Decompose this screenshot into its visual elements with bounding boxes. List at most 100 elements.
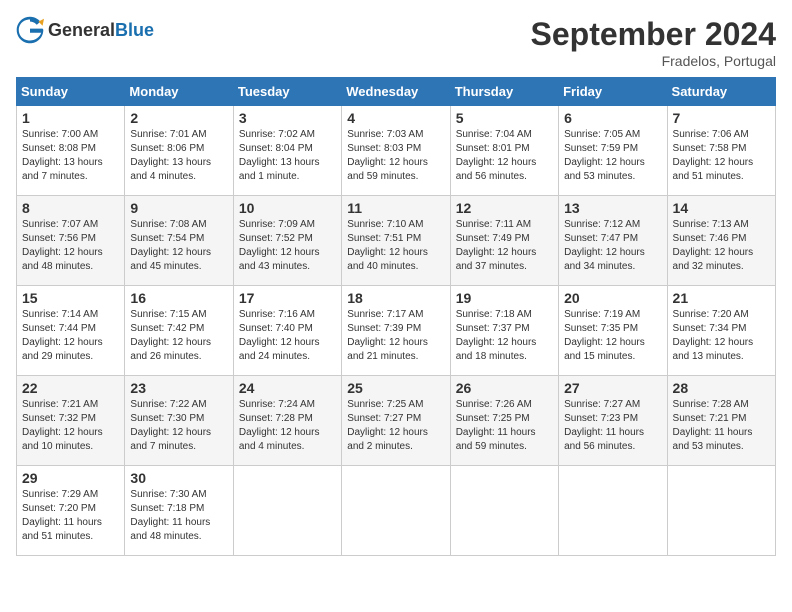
day-number: 28 (673, 380, 770, 396)
table-row: 6 Sunrise: 7:05 AM Sunset: 7:59 PM Dayli… (559, 106, 667, 196)
table-row: 3 Sunrise: 7:02 AM Sunset: 8:04 PM Dayli… (233, 106, 341, 196)
day-info: Sunrise: 7:07 AM Sunset: 7:56 PM Dayligh… (22, 218, 119, 274)
table-row: 30 Sunrise: 7:30 AM Sunset: 7:18 PM Dayl… (125, 466, 233, 556)
table-row: 2 Sunrise: 7:01 AM Sunset: 8:06 PM Dayli… (125, 106, 233, 196)
calendar-week-row: 1 Sunrise: 7:00 AM Sunset: 8:08 PM Dayli… (17, 106, 776, 196)
day-info: Sunrise: 7:18 AM Sunset: 7:37 PM Dayligh… (456, 308, 553, 364)
table-row: 5 Sunrise: 7:04 AM Sunset: 8:01 PM Dayli… (450, 106, 558, 196)
day-info: Sunrise: 7:16 AM Sunset: 7:40 PM Dayligh… (239, 308, 336, 364)
day-info: Sunrise: 7:29 AM Sunset: 7:20 PM Dayligh… (22, 488, 119, 544)
day-info: Sunrise: 7:21 AM Sunset: 7:32 PM Dayligh… (22, 398, 119, 454)
day-number: 24 (239, 380, 336, 396)
day-info: Sunrise: 7:12 AM Sunset: 7:47 PM Dayligh… (564, 218, 661, 274)
day-number: 10 (239, 200, 336, 216)
calendar-week-row: 15 Sunrise: 7:14 AM Sunset: 7:44 PM Dayl… (17, 286, 776, 376)
table-row: 16 Sunrise: 7:15 AM Sunset: 7:42 PM Dayl… (125, 286, 233, 376)
day-info: Sunrise: 7:26 AM Sunset: 7:25 PM Dayligh… (456, 398, 553, 454)
table-row: 15 Sunrise: 7:14 AM Sunset: 7:44 PM Dayl… (17, 286, 125, 376)
day-number: 2 (130, 110, 227, 126)
day-number: 4 (347, 110, 444, 126)
table-row: 1 Sunrise: 7:00 AM Sunset: 8:08 PM Dayli… (17, 106, 125, 196)
day-number: 12 (456, 200, 553, 216)
day-info: Sunrise: 7:04 AM Sunset: 8:01 PM Dayligh… (456, 128, 553, 184)
day-info: Sunrise: 7:24 AM Sunset: 7:28 PM Dayligh… (239, 398, 336, 454)
day-info: Sunrise: 7:22 AM Sunset: 7:30 PM Dayligh… (130, 398, 227, 454)
logo-text: GeneralBlue (48, 20, 154, 41)
header-saturday: Saturday (667, 78, 775, 106)
day-info: Sunrise: 7:30 AM Sunset: 7:18 PM Dayligh… (130, 488, 227, 544)
table-row: 25 Sunrise: 7:25 AM Sunset: 7:27 PM Dayl… (342, 376, 450, 466)
table-row (559, 466, 667, 556)
day-info: Sunrise: 7:05 AM Sunset: 7:59 PM Dayligh… (564, 128, 661, 184)
calendar-week-row: 8 Sunrise: 7:07 AM Sunset: 7:56 PM Dayli… (17, 196, 776, 286)
logo-icon (16, 16, 44, 44)
header-tuesday: Tuesday (233, 78, 341, 106)
table-row: 11 Sunrise: 7:10 AM Sunset: 7:51 PM Dayl… (342, 196, 450, 286)
day-number: 1 (22, 110, 119, 126)
day-number: 3 (239, 110, 336, 126)
day-info: Sunrise: 7:03 AM Sunset: 8:03 PM Dayligh… (347, 128, 444, 184)
day-number: 7 (673, 110, 770, 126)
table-row: 12 Sunrise: 7:11 AM Sunset: 7:49 PM Dayl… (450, 196, 558, 286)
table-row: 19 Sunrise: 7:18 AM Sunset: 7:37 PM Dayl… (450, 286, 558, 376)
table-row: 8 Sunrise: 7:07 AM Sunset: 7:56 PM Dayli… (17, 196, 125, 286)
location: Fradelos, Portugal (531, 53, 776, 69)
header-monday: Monday (125, 78, 233, 106)
day-number: 17 (239, 290, 336, 306)
day-number: 22 (22, 380, 119, 396)
logo-general: General (48, 20, 115, 40)
day-info: Sunrise: 7:19 AM Sunset: 7:35 PM Dayligh… (564, 308, 661, 364)
day-number: 25 (347, 380, 444, 396)
weekday-header-row: Sunday Monday Tuesday Wednesday Thursday… (17, 78, 776, 106)
header-friday: Friday (559, 78, 667, 106)
table-row: 22 Sunrise: 7:21 AM Sunset: 7:32 PM Dayl… (17, 376, 125, 466)
table-row (233, 466, 341, 556)
day-info: Sunrise: 7:15 AM Sunset: 7:42 PM Dayligh… (130, 308, 227, 364)
day-number: 16 (130, 290, 227, 306)
day-info: Sunrise: 7:11 AM Sunset: 7:49 PM Dayligh… (456, 218, 553, 274)
day-info: Sunrise: 7:00 AM Sunset: 8:08 PM Dayligh… (22, 128, 119, 184)
title-section: September 2024 Fradelos, Portugal (531, 16, 776, 69)
day-number: 29 (22, 470, 119, 486)
table-row (667, 466, 775, 556)
table-row: 4 Sunrise: 7:03 AM Sunset: 8:03 PM Dayli… (342, 106, 450, 196)
table-row: 23 Sunrise: 7:22 AM Sunset: 7:30 PM Dayl… (125, 376, 233, 466)
page-header: GeneralBlue September 2024 Fradelos, Por… (16, 16, 776, 69)
day-number: 19 (456, 290, 553, 306)
day-info: Sunrise: 7:06 AM Sunset: 7:58 PM Dayligh… (673, 128, 770, 184)
table-row (450, 466, 558, 556)
day-number: 26 (456, 380, 553, 396)
day-info: Sunrise: 7:20 AM Sunset: 7:34 PM Dayligh… (673, 308, 770, 364)
logo-blue: Blue (115, 20, 154, 40)
day-info: Sunrise: 7:14 AM Sunset: 7:44 PM Dayligh… (22, 308, 119, 364)
calendar-week-row: 29 Sunrise: 7:29 AM Sunset: 7:20 PM Dayl… (17, 466, 776, 556)
table-row: 28 Sunrise: 7:28 AM Sunset: 7:21 PM Dayl… (667, 376, 775, 466)
calendar-week-row: 22 Sunrise: 7:21 AM Sunset: 7:32 PM Dayl… (17, 376, 776, 466)
table-row: 17 Sunrise: 7:16 AM Sunset: 7:40 PM Dayl… (233, 286, 341, 376)
day-number: 27 (564, 380, 661, 396)
day-info: Sunrise: 7:27 AM Sunset: 7:23 PM Dayligh… (564, 398, 661, 454)
day-info: Sunrise: 7:10 AM Sunset: 7:51 PM Dayligh… (347, 218, 444, 274)
day-info: Sunrise: 7:25 AM Sunset: 7:27 PM Dayligh… (347, 398, 444, 454)
day-info: Sunrise: 7:02 AM Sunset: 8:04 PM Dayligh… (239, 128, 336, 184)
day-info: Sunrise: 7:09 AM Sunset: 7:52 PM Dayligh… (239, 218, 336, 274)
day-number: 23 (130, 380, 227, 396)
day-number: 11 (347, 200, 444, 216)
table-row: 13 Sunrise: 7:12 AM Sunset: 7:47 PM Dayl… (559, 196, 667, 286)
header-sunday: Sunday (17, 78, 125, 106)
day-number: 18 (347, 290, 444, 306)
day-number: 9 (130, 200, 227, 216)
table-row: 18 Sunrise: 7:17 AM Sunset: 7:39 PM Dayl… (342, 286, 450, 376)
day-info: Sunrise: 7:28 AM Sunset: 7:21 PM Dayligh… (673, 398, 770, 454)
day-number: 6 (564, 110, 661, 126)
table-row (342, 466, 450, 556)
day-number: 8 (22, 200, 119, 216)
month-title: September 2024 (531, 16, 776, 53)
header-wednesday: Wednesday (342, 78, 450, 106)
day-number: 30 (130, 470, 227, 486)
day-number: 14 (673, 200, 770, 216)
table-row: 14 Sunrise: 7:13 AM Sunset: 7:46 PM Dayl… (667, 196, 775, 286)
table-row: 26 Sunrise: 7:26 AM Sunset: 7:25 PM Dayl… (450, 376, 558, 466)
table-row: 24 Sunrise: 7:24 AM Sunset: 7:28 PM Dayl… (233, 376, 341, 466)
day-number: 15 (22, 290, 119, 306)
